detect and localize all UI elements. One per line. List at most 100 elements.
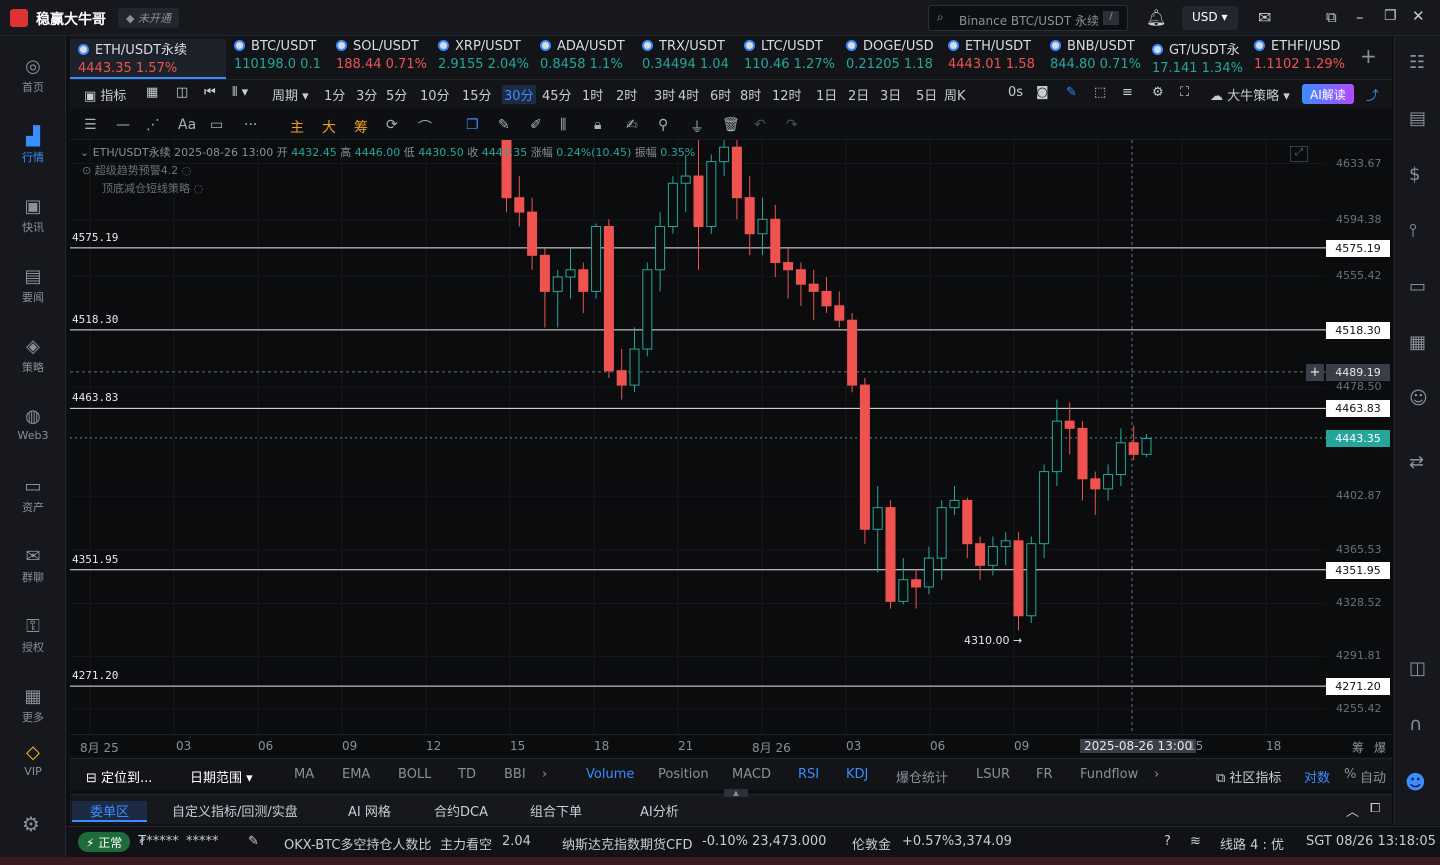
chevron-up-icon[interactable]: ︿ bbox=[1346, 801, 1359, 820]
sub-indicator-1[interactable]: Position bbox=[658, 767, 709, 782]
interval-6[interactable]: 45分 bbox=[542, 85, 572, 104]
line-status[interactable]: 线路 4 : 优 bbox=[1220, 834, 1284, 853]
expand-icon[interactable]: ⤢ bbox=[1290, 146, 1308, 162]
interval-5[interactable]: 30分 bbox=[502, 85, 536, 104]
copy-icon[interactable]: ❐ bbox=[466, 117, 479, 133]
indicator-2[interactable]: BOLL bbox=[398, 767, 431, 782]
interval-4[interactable]: 15分 bbox=[462, 85, 492, 104]
axis-corner-chip[interactable]: 筹 bbox=[1352, 739, 1364, 756]
ticker-tab-1[interactable]: BTC/USDT 110198.0 0.1 bbox=[226, 39, 328, 79]
layout-icon[interactable]: ◫ bbox=[176, 85, 188, 100]
search-input[interactable]: ⌕ Binance BTC/USDT 永续 / bbox=[928, 5, 1128, 31]
list-icon[interactable]: ≡ bbox=[1122, 85, 1133, 100]
sub-indicator-5[interactable]: 爆仓统计 bbox=[896, 767, 948, 786]
log-scale-toggle[interactable]: 对数 bbox=[1304, 767, 1330, 786]
text-tool-icon[interactable]: Aa bbox=[178, 117, 196, 133]
interval-12[interactable]: 8时 bbox=[740, 85, 761, 104]
ticker-tab-0[interactable]: ETH/USDT永续 4443.35 1.57% bbox=[70, 39, 226, 79]
bell-icon[interactable]: 🔔︎ bbox=[1146, 8, 1166, 27]
collapse-icon[interactable]: ⌄ bbox=[80, 146, 89, 159]
nav-item-7[interactable]: ✉ 群聊 bbox=[0, 546, 66, 585]
interval-1[interactable]: 3分 bbox=[356, 85, 377, 104]
more-tools-icon[interactable]: ··· bbox=[244, 117, 257, 133]
camera-icon[interactable]: ◙ bbox=[1036, 85, 1049, 100]
magnet-icon[interactable]: ⚲ bbox=[658, 117, 668, 133]
order-tab-0[interactable]: 委单区 bbox=[72, 801, 148, 822]
indicator-4[interactable]: BBI bbox=[504, 767, 526, 782]
interval-16[interactable]: 3日 bbox=[880, 85, 901, 104]
nav-item-5[interactable]: ◍ Web3 bbox=[0, 406, 66, 442]
ticker-tab-2[interactable]: SOL/USDT 188.44 0.71% bbox=[328, 39, 430, 79]
sub-indicator-8[interactable]: Fundflow bbox=[1080, 767, 1138, 782]
nav-item-10[interactable]: ◇ VIP bbox=[0, 742, 66, 778]
chart-type-icon[interactable]: ⫴ ▾ bbox=[232, 85, 248, 100]
sub-indicator-0[interactable]: Volume bbox=[586, 767, 634, 782]
date-range-button[interactable]: 日期范围 ▾ bbox=[190, 767, 253, 786]
axis-corner-liq[interactable]: 爆 bbox=[1374, 739, 1386, 756]
ticker-tab-3[interactable]: XRP/USDT 2.9155 2.04% bbox=[430, 39, 532, 79]
nav-item-2[interactable]: ▣ 快讯 bbox=[0, 196, 66, 235]
swap-icon[interactable]: ⇄ bbox=[1409, 452, 1424, 473]
bars-icon[interactable]: ⫼ bbox=[560, 117, 566, 133]
mail-icon[interactable]: ✉ bbox=[1258, 8, 1271, 27]
order-tab-1[interactable]: 自定义指标/回测/实盘 bbox=[172, 801, 298, 820]
indicator-3[interactable]: TD bbox=[458, 767, 476, 782]
redo-icon[interactable]: ↷ bbox=[786, 117, 798, 133]
ticker-tab-8[interactable]: ETH/USDT 4443.01 1.58 bbox=[940, 39, 1042, 79]
select-icon[interactable]: ⬚ bbox=[1094, 85, 1106, 100]
brush-icon[interactable]: ⌒ bbox=[418, 117, 432, 137]
help-icon[interactable]: ? bbox=[1164, 834, 1171, 849]
nav-item-3[interactable]: ▤ 要闻 bbox=[0, 266, 66, 305]
interval-10[interactable]: 4时 bbox=[678, 85, 699, 104]
pencil-icon[interactable]: ✎ bbox=[1066, 85, 1077, 100]
sub-indicator-6[interactable]: LSUR bbox=[976, 767, 1010, 782]
crosshair-plus-icon[interactable]: + bbox=[1306, 363, 1324, 381]
lock-icon[interactable]: 🔒︎ bbox=[594, 117, 601, 133]
undo-icon[interactable]: ↶ bbox=[754, 117, 766, 133]
nav-item-9[interactable]: ▦ 更多 bbox=[0, 686, 66, 725]
big-tool[interactable]: 大 bbox=[322, 117, 336, 137]
calc-icon[interactable]: ▦ bbox=[1409, 332, 1426, 353]
interval-9[interactable]: 3时 bbox=[654, 85, 675, 104]
nav-item-6[interactable]: ▭ 资产 bbox=[0, 476, 66, 515]
order-tab-5[interactable]: AI分析 bbox=[640, 801, 679, 820]
ticker-tab-6[interactable]: LTC/USDT 110.46 1.27% bbox=[736, 39, 838, 79]
chip-tool[interactable]: 筹 bbox=[354, 117, 368, 137]
filter-icon[interactable]: ⏚ bbox=[690, 117, 704, 137]
indicator-next-icon[interactable]: › bbox=[542, 767, 547, 782]
period-dropdown[interactable]: 周期 ▾ bbox=[272, 85, 309, 104]
close-icon[interactable]: ✕ bbox=[1412, 7, 1425, 25]
share-icon[interactable]: ⤴ bbox=[1366, 85, 1379, 104]
calendar-icon[interactable]: ▦ bbox=[146, 85, 158, 100]
interval-17[interactable]: 5日 bbox=[916, 85, 937, 104]
interval-2[interactable]: 5分 bbox=[386, 85, 407, 104]
collapse-handle-icon[interactable]: ▲ bbox=[724, 789, 748, 797]
pen-icon[interactable]: ✎ bbox=[498, 117, 510, 133]
notes-icon[interactable]: ▤ bbox=[1409, 108, 1426, 129]
main-tool[interactable]: 主 bbox=[290, 117, 304, 137]
interval-3[interactable]: 10分 bbox=[420, 85, 450, 104]
refresh-icon[interactable]: ⟳ bbox=[386, 117, 398, 133]
nav-item-8[interactable]: ⚿ 授权 bbox=[0, 616, 66, 655]
menu-icon[interactable]: ☰ bbox=[84, 117, 97, 133]
ticker-tab-9[interactable]: BNB/USDT 844.80 0.71% bbox=[1042, 39, 1144, 79]
interval-0[interactable]: 1分 bbox=[324, 85, 345, 104]
layout-panel-icon[interactable]: ◫ bbox=[1409, 658, 1426, 679]
percent-toggle[interactable]: % bbox=[1344, 767, 1356, 782]
interval-11[interactable]: 6时 bbox=[710, 85, 731, 104]
ticker-tab-5[interactable]: TRX/USDT 0.34494 1.04 bbox=[634, 39, 736, 79]
headset-icon[interactable]: ∩ bbox=[1409, 714, 1422, 735]
trash-icon[interactable]: 🗑︎ bbox=[722, 117, 740, 133]
ticker-tab-4[interactable]: ADA/USDT 0.8458 1.1% bbox=[532, 39, 634, 79]
popout-icon[interactable]: ⧉ bbox=[1326, 8, 1337, 26]
account-badge[interactable]: ◆ 未开通 bbox=[118, 8, 179, 28]
price-chart[interactable]: ⌄ ETH/USDT永续 2025-08-26 13:00 开 4432.45 … bbox=[70, 140, 1392, 734]
fullscreen-icon[interactable]: ⛶ bbox=[1180, 85, 1189, 100]
eye-off-icon[interactable]: ◌ bbox=[194, 182, 204, 195]
interval-15[interactable]: 2日 bbox=[848, 85, 869, 104]
edit-icon[interactable]: ✎ bbox=[248, 834, 259, 849]
currency-select[interactable]: USD ▾ bbox=[1182, 6, 1238, 30]
order-tab-2[interactable]: AI 网格 bbox=[348, 801, 391, 820]
eye-off-icon[interactable]: ◌ bbox=[182, 164, 192, 177]
signal-icon[interactable]: ⫯ bbox=[1409, 220, 1417, 241]
